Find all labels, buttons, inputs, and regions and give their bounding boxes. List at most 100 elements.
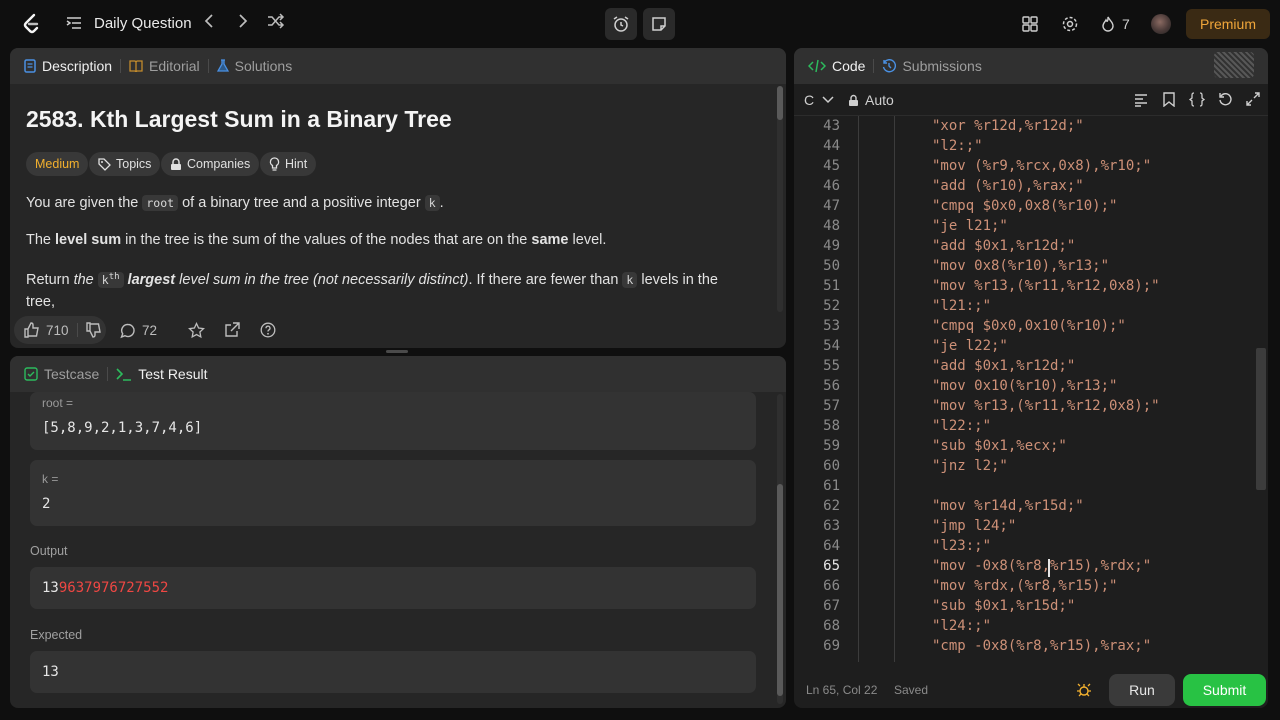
- output-value: 139637976727552: [42, 580, 168, 596]
- code-line: "jnz l2;": [932, 458, 1008, 474]
- thumbs-up-icon[interactable]: [24, 322, 40, 338]
- output-diff: 9637976727552: [58, 580, 169, 596]
- tab-solutions[interactable]: Solutions: [216, 58, 292, 74]
- language-select[interactable]: C: [804, 92, 834, 108]
- line-number: 60: [823, 458, 840, 474]
- like-count: 710: [46, 322, 69, 338]
- tab-label: Testcase: [44, 366, 100, 382]
- text: .: [439, 195, 444, 211]
- code-text: k: [101, 272, 109, 287]
- italic-text: level sum in the tree (not necessarily d…: [175, 271, 469, 288]
- code-line: "mov 0x8(%r10),%r13;": [932, 258, 1110, 274]
- layout-grid-icon[interactable]: [1020, 14, 1040, 34]
- debug-icon[interactable]: [1076, 682, 1092, 701]
- description-actions: 710 72: [10, 314, 786, 348]
- like-dislike-group: 710: [14, 316, 106, 344]
- tab-submissions[interactable]: Submissions: [882, 58, 982, 74]
- bookmark-icon[interactable]: [1163, 92, 1175, 110]
- premium-button[interactable]: Premium: [1186, 9, 1270, 39]
- expected-value: 13: [42, 664, 59, 680]
- code-line: "mov %rdx,(%r8,%r15);": [932, 578, 1118, 594]
- comment-icon[interactable]: [120, 323, 136, 339]
- help-icon[interactable]: [260, 322, 276, 338]
- history-icon: [883, 59, 897, 73]
- line-number: 51: [823, 278, 840, 294]
- code-icon: [808, 59, 826, 73]
- code-editor[interactable]: 43 "xor %r12d,%r12d;" 44 "l2:;" 45 "mov (%r9,…: [796, 116, 1266, 662]
- text: You are given the: [26, 195, 143, 211]
- tab-code[interactable]: Code: [808, 58, 865, 74]
- chevron-right-icon[interactable]: [233, 13, 253, 35]
- daily-question-title[interactable]: Daily Question: [94, 15, 192, 32]
- braces-icon[interactable]: [1188, 92, 1206, 110]
- auto-mode[interactable]: Auto: [848, 92, 894, 108]
- chip-label: Hint: [285, 157, 308, 171]
- text-cursor: [1048, 559, 1050, 577]
- submit-button[interactable]: Submit: [1183, 674, 1266, 706]
- indent-guide: [858, 116, 859, 662]
- root-label: root =: [42, 396, 74, 410]
- description-paragraph-1: You are given the root of a binary tree …: [26, 192, 746, 214]
- problem-list-icon[interactable]: [66, 15, 82, 36]
- share-icon[interactable]: [224, 322, 240, 338]
- text: level.: [568, 232, 607, 248]
- leetcode-logo-icon[interactable]: [20, 12, 44, 36]
- code-scrollbar-thumb[interactable]: [1256, 348, 1266, 490]
- description-scrollbar[interactable]: [777, 86, 783, 312]
- scrollbar-thumb[interactable]: [777, 86, 783, 120]
- terminal-icon: [116, 368, 132, 381]
- tab-label: Code: [832, 58, 866, 74]
- resize-handle[interactable]: [386, 350, 408, 353]
- chevron-left-icon[interactable]: [199, 13, 219, 35]
- chip-label: Companies: [187, 157, 251, 171]
- star-icon[interactable]: [188, 322, 205, 339]
- tab-testcase[interactable]: Testcase: [24, 366, 99, 382]
- streak-count: 7: [1122, 16, 1130, 32]
- expected-box: [30, 651, 756, 693]
- code-line: "mov %r13,(%r11,%r12,0x8);": [932, 278, 1160, 294]
- lock-icon: [171, 157, 181, 170]
- scrollbar-thumb[interactable]: [777, 484, 783, 696]
- thumbs-down-icon[interactable]: [85, 322, 102, 338]
- inline-code: root: [142, 195, 179, 211]
- lock-icon: [849, 94, 858, 106]
- format-icon[interactable]: [1134, 93, 1148, 110]
- alarm-clock-button[interactable]: [605, 8, 637, 40]
- notes-button[interactable]: [643, 8, 675, 40]
- hint-chip[interactable]: Hint: [260, 152, 317, 176]
- root-value: [5,8,9,2,1,3,7,4,6]: [42, 420, 203, 436]
- topics-chip[interactable]: Topics: [89, 152, 161, 176]
- tab-test-result[interactable]: Test Result: [116, 366, 208, 382]
- code-line: "mov -0x8(%r8,%r15),%rdx;": [932, 558, 1152, 574]
- code-line: "add (%r10),%rax;": [932, 178, 1084, 194]
- description-paragraph-2: The level sum in the tree is the sum of …: [26, 229, 746, 251]
- gear-icon[interactable]: [1060, 14, 1080, 34]
- code-line: "l2:;": [932, 138, 983, 154]
- line-number: 68: [823, 618, 840, 634]
- flame-icon[interactable]: [1098, 14, 1118, 34]
- save-status: Saved: [894, 683, 929, 697]
- code-line: "add $0x1,%r12d;": [932, 358, 1076, 374]
- run-button[interactable]: Run: [1109, 674, 1175, 706]
- testcase-scrollbar[interactable]: [777, 394, 783, 704]
- line-number: 61: [823, 478, 840, 494]
- comment-count[interactable]: 72: [142, 323, 157, 338]
- editor-toolbar: C Auto: [794, 84, 1268, 116]
- code-line: "xor %r12d,%r12d;": [932, 118, 1084, 134]
- panel-thumbnail: [1214, 52, 1254, 78]
- tab-description[interactable]: Description: [24, 58, 112, 74]
- avatar[interactable]: [1151, 14, 1171, 34]
- companies-chip[interactable]: Companies: [161, 152, 260, 176]
- indent-guide: [894, 116, 895, 662]
- code-line: "add $0x1,%r12d;": [932, 238, 1076, 254]
- reset-icon[interactable]: [1218, 92, 1233, 110]
- output-match: 13: [42, 580, 59, 596]
- expand-icon[interactable]: [1246, 92, 1260, 109]
- line-number: 56: [823, 378, 840, 394]
- superscript: th: [108, 272, 120, 282]
- document-icon: [24, 59, 36, 73]
- tab-editorial[interactable]: Editorial: [129, 58, 200, 74]
- lightbulb-icon: [269, 157, 280, 171]
- code-line: "mov %r14d,%r15d;": [932, 498, 1084, 514]
- shuffle-icon[interactable]: [266, 13, 286, 35]
